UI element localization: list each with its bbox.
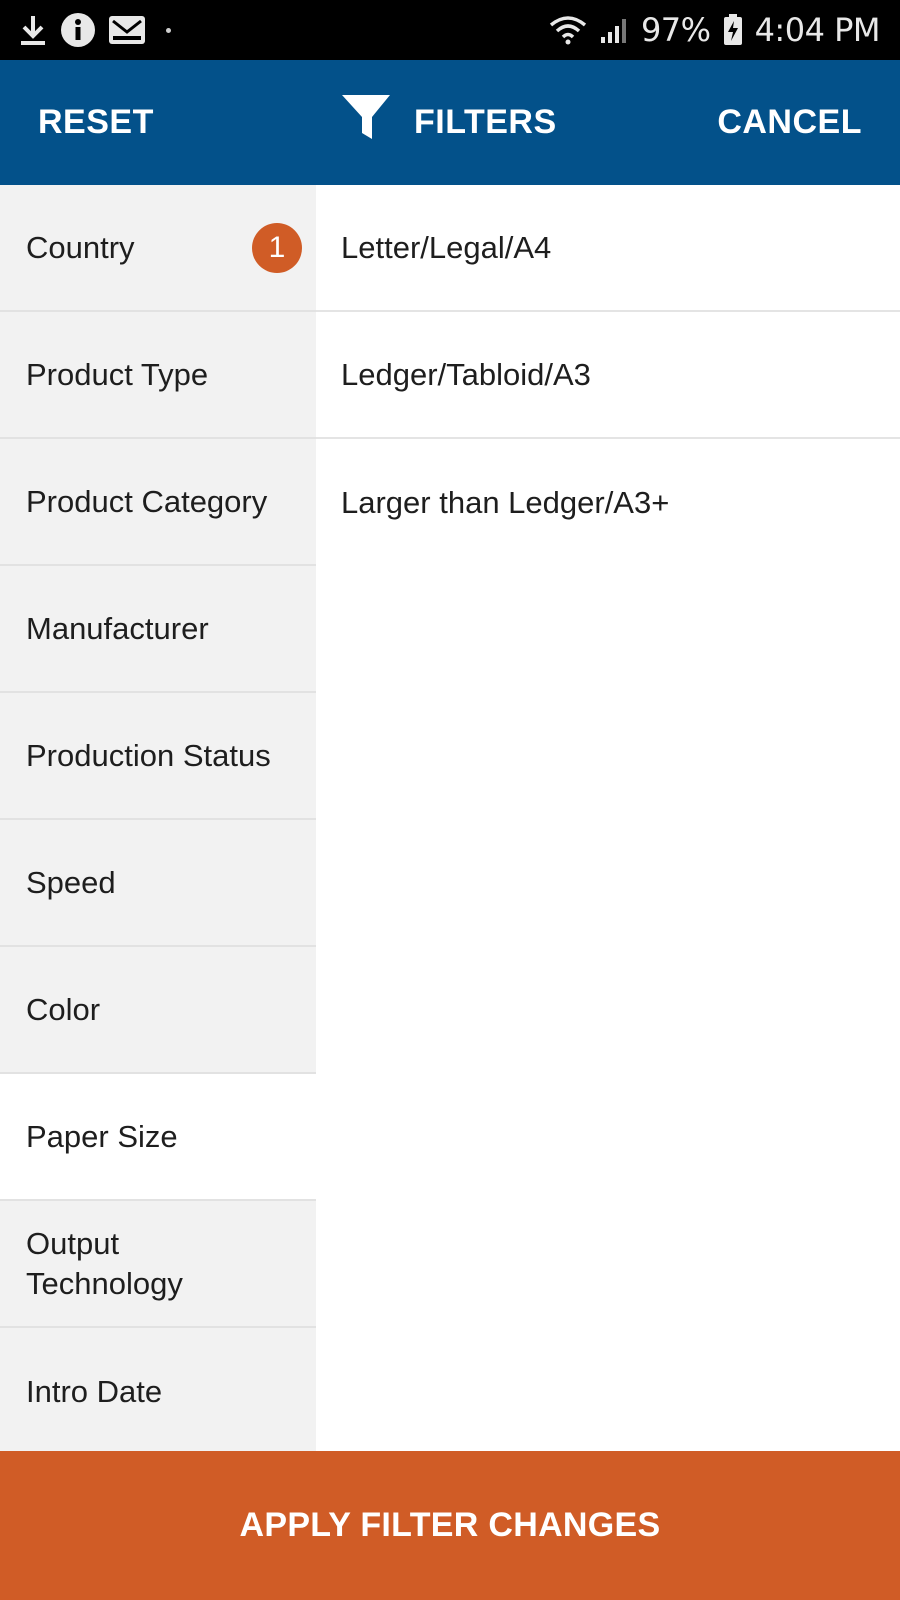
category-label: Paper Size	[26, 1118, 178, 1154]
category-product-category[interactable]: Product Category	[0, 439, 316, 566]
option-item[interactable]: Letter/Legal/A4	[316, 185, 900, 312]
category-label: Intro Date	[26, 1373, 163, 1409]
category-production-status[interactable]: Production Status	[0, 693, 316, 820]
filters-header: RESET FILTERS CANCEL	[0, 60, 900, 185]
category-label: Product Category	[26, 483, 268, 519]
filter-icon	[340, 93, 392, 152]
category-country[interactable]: Country 1	[0, 185, 316, 312]
category-paper-size[interactable]: Paper Size	[0, 1074, 316, 1201]
category-label: Product Type	[26, 356, 209, 392]
category-label: Manufacturer	[26, 610, 209, 646]
mail-icon	[108, 14, 146, 46]
header-title: FILTERS	[340, 60, 557, 185]
category-label: Speed	[26, 864, 116, 900]
apply-filter-changes-button[interactable]: APPLY FILTER CHANGES	[0, 1451, 900, 1600]
option-item[interactable]: Ledger/Tabloid/A3	[316, 312, 900, 439]
category-label: Production Status	[26, 737, 271, 773]
notification-dot	[166, 27, 171, 33]
status-left	[18, 12, 171, 48]
reset-button[interactable]: RESET	[38, 60, 154, 185]
filter-option-list: Letter/Legal/A4 Ledger/Tabloid/A3 Larger…	[316, 185, 900, 1451]
status-right: 97% 4:04 PM	[549, 11, 881, 49]
download-icon	[18, 13, 48, 47]
category-product-type[interactable]: Product Type	[0, 312, 316, 439]
category-label: Country	[26, 229, 135, 265]
category-label: Color	[26, 991, 101, 1027]
signal-icon	[599, 15, 629, 45]
wifi-icon	[549, 15, 587, 45]
status-bar: 97% 4:04 PM	[0, 0, 900, 60]
option-item[interactable]: Larger than Ledger/A3+	[316, 439, 900, 566]
battery-charging-icon	[723, 14, 743, 46]
category-label: Output Technology	[26, 1225, 183, 1301]
category-color[interactable]: Color	[0, 947, 316, 1074]
cancel-button[interactable]: CANCEL	[717, 60, 862, 185]
active-filter-count-badge: 1	[252, 222, 302, 273]
filter-category-list: Country 1 Product Type Product Category …	[0, 185, 316, 1455]
battery-percent: 97%	[640, 11, 711, 49]
category-manufacturer[interactable]: Manufacturer	[0, 566, 316, 693]
info-icon	[60, 12, 96, 48]
filter-content: Country 1 Product Type Product Category …	[0, 185, 900, 1455]
category-output-technology[interactable]: Output Technology	[0, 1201, 316, 1328]
category-intro-date[interactable]: Intro Date	[0, 1328, 316, 1455]
clock: 4:04 PM	[754, 11, 881, 49]
category-speed[interactable]: Speed	[0, 820, 316, 947]
page-title: FILTERS	[414, 103, 557, 141]
